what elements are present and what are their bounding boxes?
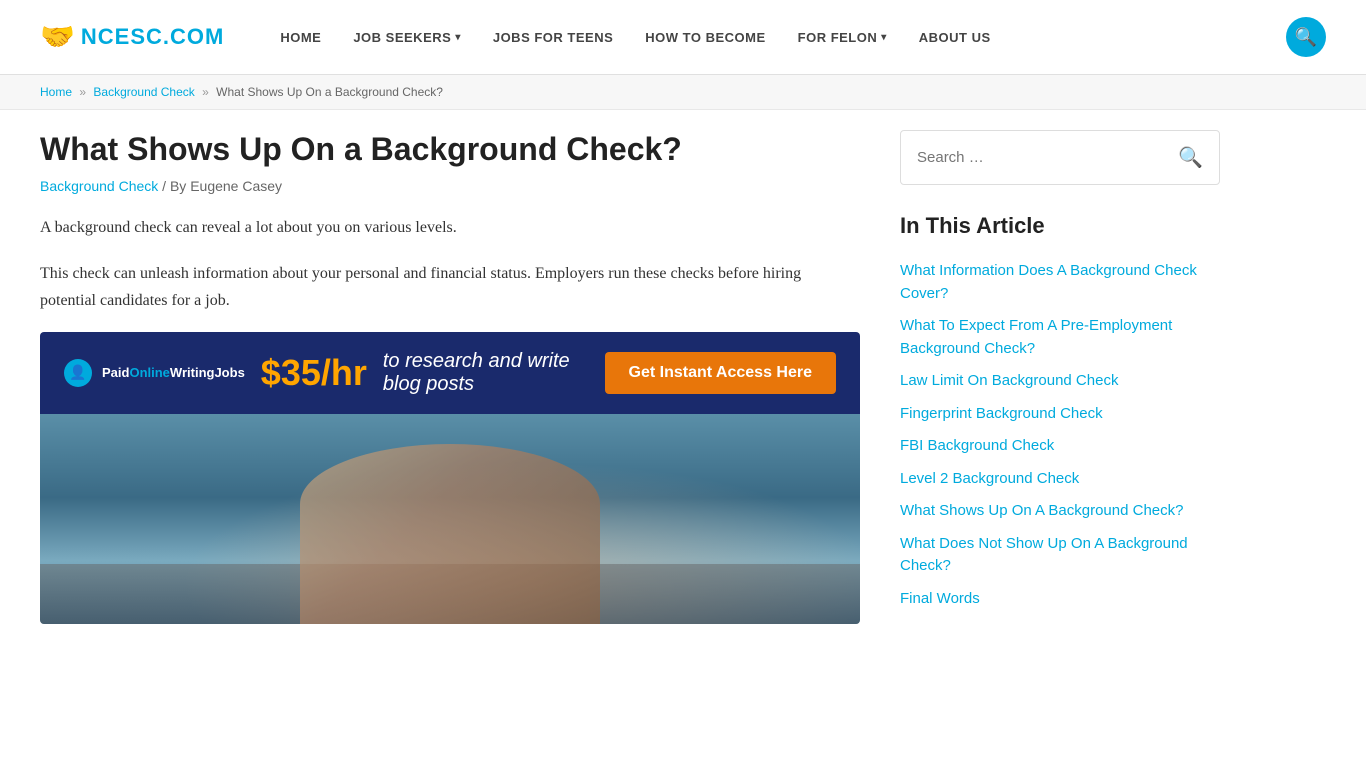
article-body: A background check can reveal a lot abou…	[40, 214, 860, 314]
search-icon: 🔍	[1295, 27, 1317, 48]
nav-item-home[interactable]: HOME	[264, 0, 337, 75]
main-content: What Shows Up On a Background Check? Bac…	[40, 130, 860, 624]
sidebar-search-icon[interactable]: 🔍	[1178, 145, 1203, 170]
article-meta: Background Check / By Eugene Casey	[40, 178, 860, 194]
hand-decoration	[300, 444, 600, 624]
toc-link-3[interactable]: Fingerprint Background Check	[900, 398, 1220, 431]
page-wrapper: What Shows Up On a Background Check? Bac…	[0, 110, 1366, 664]
site-header: 🤝 NCESC.COM HOMEJOB SEEKERS▾JOBS FOR TEE…	[0, 0, 1366, 75]
toc-link-7[interactable]: What Does Not Show Up On A Background Ch…	[900, 528, 1220, 583]
toc-link-5[interactable]: Level 2 Background Check	[900, 463, 1220, 496]
toc-item: FBI Background Check	[900, 430, 1220, 463]
article-paragraph-2: This check can unleash information about…	[40, 260, 860, 314]
header-search-button[interactable]: 🔍	[1286, 17, 1326, 57]
breadcrumb-home[interactable]: Home	[40, 85, 72, 99]
chevron-down-icon: ▾	[881, 32, 887, 43]
breadcrumb: Home » Background Check » What Shows Up …	[0, 75, 1366, 109]
breadcrumb-category[interactable]: Background Check	[93, 85, 194, 99]
article-photo	[40, 414, 860, 624]
sidebar-search-box[interactable]: 🔍	[900, 130, 1220, 185]
ad-logo-icon: 👤	[64, 359, 92, 387]
toc-item: What Does Not Show Up On A Background Ch…	[900, 528, 1220, 583]
article-author: Eugene Casey	[190, 178, 282, 194]
photo-overlay	[40, 414, 860, 624]
toc-item: Final Words	[900, 583, 1220, 616]
breadcrumb-current: What Shows Up On a Background Check?	[216, 85, 443, 99]
main-navigation: HOMEJOB SEEKERS▾JOBS FOR TEENSHOW TO BEC…	[264, 0, 1286, 75]
logo-icon: 🤝	[40, 20, 75, 54]
nav-item-for-felon[interactable]: FOR FELON▾	[782, 0, 903, 75]
toc-link-6[interactable]: What Shows Up On A Background Check?	[900, 495, 1220, 528]
toc-link-2[interactable]: Law Limit On Background Check	[900, 365, 1220, 398]
ad-logo-text: PaidOnlineWritingJobs	[102, 365, 245, 380]
toc-item: Law Limit On Background Check	[900, 365, 1220, 398]
toc-item: What Information Does A Background Check…	[900, 255, 1220, 310]
ad-top-section: 👤 PaidOnlineWritingJobs $35/hr to resear…	[40, 332, 860, 414]
logo-text: NCESC.COM	[81, 24, 224, 50]
ad-logo: 👤 PaidOnlineWritingJobs	[64, 359, 245, 387]
toc-item: What Shows Up On A Background Check?	[900, 495, 1220, 528]
article-category-link[interactable]: Background Check	[40, 178, 158, 194]
site-logo[interactable]: 🤝 NCESC.COM	[40, 20, 224, 54]
sidebar-search-input[interactable]	[917, 149, 1178, 166]
breadcrumb-sep-1: »	[79, 85, 86, 99]
ad-cta-area: Get Instant Access Here	[605, 352, 836, 394]
breadcrumb-sep-2: »	[202, 85, 209, 99]
article-title: What Shows Up On a Background Check?	[40, 130, 860, 168]
nav-item-how-to-become[interactable]: HOW TO BECOME	[629, 0, 781, 75]
ad-banner[interactable]: 👤 PaidOnlineWritingJobs $35/hr to resear…	[40, 332, 860, 624]
toc-list: What Information Does A Background Check…	[900, 255, 1220, 615]
chevron-down-icon: ▾	[455, 32, 461, 43]
nav-item-jobs-for-teens[interactable]: JOBS FOR TEENS	[477, 0, 629, 75]
toc-title: In This Article	[900, 213, 1220, 239]
article-meta-sep: / By	[158, 178, 190, 194]
ad-price: $35/hr	[261, 352, 367, 394]
toc-section: In This Article What Information Does A …	[900, 213, 1220, 615]
toc-item: Level 2 Background Check	[900, 463, 1220, 496]
toc-link-0[interactable]: What Information Does A Background Check…	[900, 255, 1220, 310]
sidebar: 🔍 In This Article What Information Does …	[900, 130, 1220, 624]
toc-item: What To Expect From A Pre-Employment Bac…	[900, 310, 1220, 365]
toc-link-8[interactable]: Final Words	[900, 583, 1220, 616]
breadcrumb-bar: Home » Background Check » What Shows Up …	[0, 75, 1366, 110]
toc-link-1[interactable]: What To Expect From A Pre-Employment Bac…	[900, 310, 1220, 365]
ad-description: to research and write blog posts	[383, 350, 589, 396]
nav-item-about-us[interactable]: ABOUT US	[903, 0, 1007, 75]
ad-cta-button[interactable]: Get Instant Access Here	[605, 352, 836, 394]
article-paragraph-1: A background check can reveal a lot abou…	[40, 214, 860, 241]
toc-item: Fingerprint Background Check	[900, 398, 1220, 431]
nav-item-job-seekers[interactable]: JOB SEEKERS▾	[337, 0, 477, 75]
toc-link-4[interactable]: FBI Background Check	[900, 430, 1220, 463]
